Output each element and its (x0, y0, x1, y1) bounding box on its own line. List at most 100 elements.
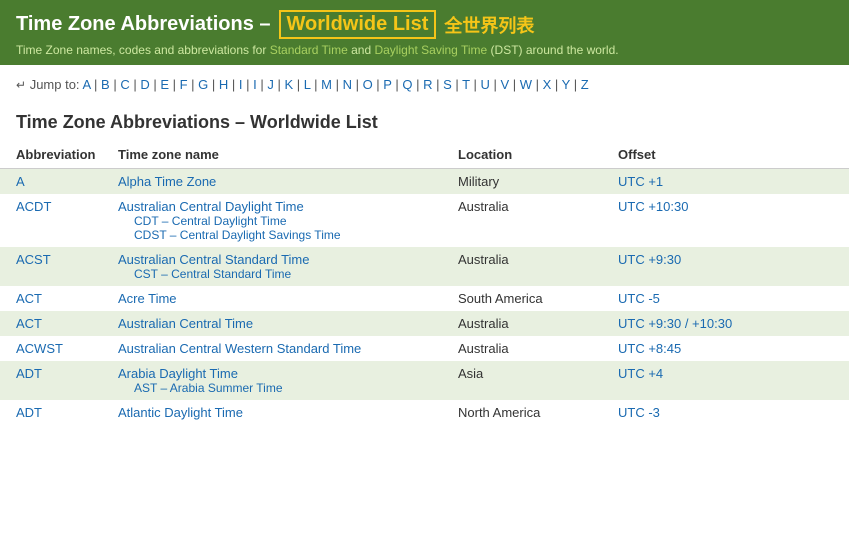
cell-name: Alpha Time Zone (110, 169, 450, 195)
cell-location: Australia (450, 247, 610, 286)
name-link[interactable]: Alpha Time Zone (118, 174, 216, 189)
sub-name-link[interactable]: CST – Central Standard Time (118, 267, 442, 281)
sub-name-link[interactable]: AST – Arabia Summer Time (118, 381, 442, 395)
offset-link[interactable]: UTC +9:30 / +10:30 (618, 316, 732, 331)
cell-location: Military (450, 169, 610, 195)
jump-U[interactable]: U (480, 77, 489, 92)
header-subtitle: Time Zone names, codes and abbreviations… (16, 43, 833, 57)
cell-location: Asia (450, 361, 610, 400)
cell-location: Australia (450, 311, 610, 336)
cell-location: Australia (450, 194, 610, 247)
cell-name: Australian Central Western Standard Time (110, 336, 450, 361)
name-link[interactable]: Australian Central Daylight Time (118, 199, 304, 214)
name-link[interactable]: Acre Time (118, 291, 177, 306)
worldwide-highlight: Worldwide List (279, 10, 437, 39)
jump-D[interactable]: D (140, 77, 149, 92)
abbr-link[interactable]: ACDT (16, 199, 51, 214)
jump-E[interactable]: E (160, 77, 169, 92)
cell-abbreviation: ACT (0, 286, 110, 311)
jump-L[interactable]: L (304, 77, 311, 92)
jump-M[interactable]: M (321, 77, 332, 92)
jump-C[interactable]: C (120, 77, 129, 92)
header-title-prefix: Time Zone Abbreviations – (16, 13, 271, 36)
sub-name-link[interactable]: CDST – Central Daylight Savings Time (118, 228, 442, 242)
jump-G[interactable]: G (198, 77, 208, 92)
offset-link[interactable]: UTC +10:30 (618, 199, 688, 214)
subtitle-suffix: around the world. (526, 43, 619, 57)
subtitle-dst: (DST) (491, 43, 523, 57)
name-link[interactable]: Australian Central Western Standard Time (118, 341, 361, 356)
cell-offset: UTC +8:45 (610, 336, 849, 361)
table-header: Abbreviation Time zone name Location Off… (0, 141, 849, 169)
cell-offset: UTC +4 (610, 361, 849, 400)
abbr-link[interactable]: ACWST (16, 341, 63, 356)
offset-link[interactable]: UTC -3 (618, 405, 660, 420)
jump-links: A | B | C | D | E | F | G | H | I | I | … (82, 77, 588, 92)
jump-X[interactable]: X (543, 77, 552, 92)
offset-link[interactable]: UTC -5 (618, 291, 660, 306)
cell-abbreviation: ADT (0, 361, 110, 400)
table-row: ACDT Australian Central Daylight TimeCDT … (0, 194, 849, 247)
col-header-location: Location (450, 141, 610, 169)
abbr-link[interactable]: ACT (16, 291, 42, 306)
cell-name: Australian Central Standard TimeCST – Ce… (110, 247, 450, 286)
cell-name: Australian Central Daylight TimeCDT – Ce… (110, 194, 450, 247)
jump-B[interactable]: B (101, 77, 110, 92)
abbr-link[interactable]: A (16, 174, 25, 189)
cell-name: Arabia Daylight TimeAST – Arabia Summer … (110, 361, 450, 400)
jump-P[interactable]: P (383, 77, 391, 92)
abbr-link[interactable]: ACST (16, 252, 51, 267)
offset-link[interactable]: UTC +8:45 (618, 341, 681, 356)
table-body: A Alpha Time Zone Military UTC +1 ACDT Austra… (0, 169, 849, 426)
offset-link[interactable]: UTC +4 (618, 366, 663, 381)
offset-link[interactable]: UTC +1 (618, 174, 663, 189)
jump-Y[interactable]: Y (562, 77, 570, 92)
table-row: ACST Australian Central Standard TimeCST … (0, 247, 849, 286)
name-link[interactable]: Arabia Daylight Time (118, 366, 238, 381)
cell-location: Australia (450, 336, 610, 361)
name-link[interactable]: Australian Central Time (118, 316, 253, 331)
jump-Z[interactable]: Z (581, 77, 589, 92)
cell-offset: UTC +9:30 (610, 247, 849, 286)
name-link[interactable]: Atlantic Daylight Time (118, 405, 243, 420)
abbr-link[interactable]: ADT (16, 405, 42, 420)
header-title: Time Zone Abbreviations – Worldwide List… (16, 10, 833, 39)
cell-location: South America (450, 286, 610, 311)
subtitle-mid: and (351, 43, 371, 57)
cell-abbreviation: A (0, 169, 110, 195)
jump-O[interactable]: O (363, 77, 373, 92)
jump-V[interactable]: V (500, 77, 509, 92)
jump-arrow: ↵ (16, 78, 26, 92)
jump-K[interactable]: K (284, 77, 293, 92)
timezone-table: Abbreviation Time zone name Location Off… (0, 141, 849, 425)
jump-F[interactable]: F (180, 77, 188, 92)
page-header: Time Zone Abbreviations – Worldwide List… (0, 0, 849, 65)
jump-N[interactable]: N (343, 77, 352, 92)
cell-name: Australian Central Time (110, 311, 450, 336)
jump-W[interactable]: W (520, 77, 532, 92)
table-row: ACWST Australian Central Western Standard… (0, 336, 849, 361)
jump-T[interactable]: T (462, 77, 470, 92)
page-title: Time Zone Abbreviations – Worldwide List (0, 98, 849, 141)
sub-name-link[interactable]: CDT – Central Daylight Time (118, 214, 442, 228)
standard-time-link[interactable]: Standard Time (270, 43, 348, 57)
cell-abbreviation: ACDT (0, 194, 110, 247)
cell-abbreviation: ACST (0, 247, 110, 286)
name-link[interactable]: Australian Central Standard Time (118, 252, 309, 267)
abbr-link[interactable]: ACT (16, 316, 42, 331)
jump-H[interactable]: H (219, 77, 228, 92)
cell-offset: UTC +1 (610, 169, 849, 195)
col-header-name: Time zone name (110, 141, 450, 169)
cell-offset: UTC -3 (610, 400, 849, 425)
table-row: ADTAtlantic Daylight TimeNorth AmericaUT… (0, 400, 849, 425)
daylight-time-link[interactable]: Daylight Saving Time (374, 43, 487, 57)
cell-offset: UTC -5 (610, 286, 849, 311)
jump-navigation: ↵ Jump to: A | B | C | D | E | F | G | H… (0, 65, 849, 98)
col-header-offset: Offset (610, 141, 849, 169)
jump-S[interactable]: S (443, 77, 452, 92)
cell-name: Acre Time (110, 286, 450, 311)
offset-link[interactable]: UTC +9:30 (618, 252, 681, 267)
table-row: A Alpha Time Zone Military UTC +1 (0, 169, 849, 195)
abbr-link[interactable]: ADT (16, 366, 42, 381)
jump-Q[interactable]: Q (402, 77, 412, 92)
